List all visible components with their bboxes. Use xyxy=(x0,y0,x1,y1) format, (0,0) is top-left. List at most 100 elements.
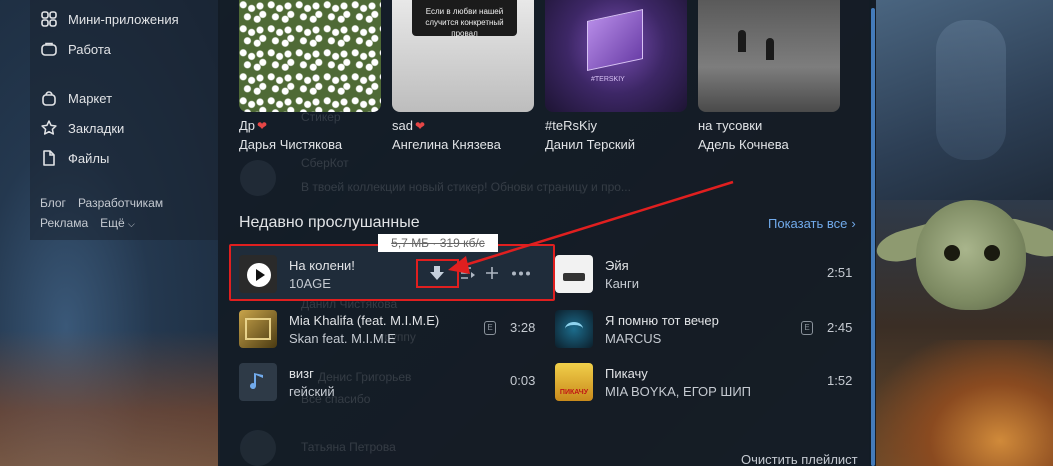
sidebar-item-label: Мини-приложения xyxy=(68,11,179,27)
sidebar-item-label: Работа xyxy=(68,41,111,57)
playlist-title[interactable]: #teRsKiy xyxy=(545,118,597,133)
footer-links: Блог Разработчикам xyxy=(40,196,163,210)
footer-links-2: Реклама Ещё ⌵ xyxy=(40,216,135,230)
left-sidebar: Мини-приложения Работа Маркет Закладки Ф… xyxy=(30,0,220,240)
wallpaper-character xyxy=(916,200,1026,310)
sidebar-item-files[interactable]: Файлы xyxy=(40,146,109,170)
cover-art xyxy=(245,318,271,340)
track-cover[interactable] xyxy=(239,310,277,348)
track-artist[interactable]: гейский xyxy=(289,384,335,399)
cover-caption: ПИКАЧУ xyxy=(559,389,589,396)
show-all-link[interactable]: Показать все › xyxy=(768,216,856,231)
track-row[interactable]: ПИКАЧУ Пикачу MIA BOYKA, ЕГОР ШИП 1:52 xyxy=(555,358,855,406)
track-title[interactable]: На колени! xyxy=(289,258,355,273)
playlist-card[interactable]: Если в любви нашей случится конкретный п… xyxy=(392,0,534,152)
track-cover[interactable] xyxy=(239,255,277,293)
track-duration: 1:52 xyxy=(827,373,853,388)
playlist-card[interactable]: #TERSKIY #teRsKiy Данил Терский xyxy=(545,0,687,152)
ghost-avatar xyxy=(240,160,276,196)
playlist-author[interactable]: Адель Кочнева xyxy=(698,137,789,152)
sidebar-item-mini-apps[interactable]: Мини-приложения xyxy=(40,7,179,31)
playlist-title-text: sad xyxy=(392,118,413,133)
track-info: Mia Khalifa (feat. M.I.M.E) Skan feat. M… xyxy=(289,313,439,346)
track-duration: 0:03 xyxy=(510,373,536,388)
playlist-cover[interactable] xyxy=(698,0,840,112)
playlist-author[interactable]: Данил Терский xyxy=(545,137,635,152)
playlist-author[interactable]: Ангелина Князева xyxy=(392,137,501,152)
sidebar-item-label: Закладки xyxy=(68,120,125,136)
wallpaper-fire xyxy=(876,340,1053,466)
sidebar-item-market[interactable]: Маркет xyxy=(40,86,112,110)
link-blog[interactable]: Блог xyxy=(40,196,66,210)
link-developers[interactable]: Разработчикам xyxy=(78,196,163,210)
briefcase-icon xyxy=(41,42,57,56)
section-title: Недавно прослушанные xyxy=(239,214,420,231)
track-artist[interactable]: 10AGE xyxy=(289,276,355,291)
play-icon[interactable] xyxy=(247,263,271,287)
track-duration: 2:51 xyxy=(827,265,853,280)
playlist-cover[interactable] xyxy=(239,0,381,112)
track-title[interactable]: Пикачу xyxy=(605,366,751,381)
star-icon xyxy=(41,120,57,135)
sidebar-item-bookmarks[interactable]: Закладки xyxy=(40,116,124,140)
playlist-card[interactable]: Др ❤ Дарья Чистякова xyxy=(239,0,381,152)
ghost-avatar xyxy=(240,430,276,466)
track-row[interactable]: визг гейский 0:03 xyxy=(239,358,549,406)
wallpaper-eye xyxy=(984,245,1000,261)
wallpaper-right xyxy=(876,0,1053,466)
track-artist[interactable]: Skan feat. M.I.M.E xyxy=(289,331,439,346)
bag-icon xyxy=(42,91,56,106)
sidebar-item-label: Файлы xyxy=(68,150,110,166)
explicit-badge: E xyxy=(484,321,496,335)
link-more-label: Ещё xyxy=(100,216,125,230)
track-row[interactable]: Я помню тот вечер MARCUS E 2:45 xyxy=(555,305,855,353)
wallpaper-armor xyxy=(876,0,1053,200)
track-info: Пикачу MIA BOYKA, ЕГОР ШИП xyxy=(605,366,751,399)
track-info: Я помню тот вечер MARCUS xyxy=(605,313,719,346)
cover-caption: Если в любви нашей случится конкретный п… xyxy=(412,0,517,38)
track-row[interactable]: Mia Khalifa (feat. M.I.M.E) Skan feat. M… xyxy=(239,305,549,353)
broken-heart-icon: ❤ xyxy=(414,118,426,133)
ghost-sticker: Стикер xyxy=(301,110,341,124)
track-title[interactable]: визг xyxy=(289,366,335,381)
heart-icon: ❤ xyxy=(257,118,268,133)
clear-playlist-link[interactable]: Очистить плейлист xyxy=(741,452,858,466)
cover-figure xyxy=(766,38,774,60)
cover-figure xyxy=(738,30,746,52)
show-all-label: Показать все xyxy=(768,216,848,231)
scrollbar-thumb[interactable] xyxy=(871,8,875,466)
chevron-right-icon: › xyxy=(851,216,856,231)
cover-caption: #TERSKIY xyxy=(591,76,625,83)
link-ads[interactable]: Реклама xyxy=(40,216,88,230)
playlist-author[interactable]: Дарья Чистякова xyxy=(239,137,342,152)
sidebar-item-work[interactable]: Работа xyxy=(40,37,111,61)
chevron-down-icon: ⌵ xyxy=(128,219,135,229)
track-cover[interactable]: ПИКАЧУ xyxy=(555,363,593,401)
track-artist[interactable]: MARCUS xyxy=(605,331,719,346)
track-cover[interactable] xyxy=(239,363,277,401)
playlist-title[interactable]: Др ❤ xyxy=(239,118,267,133)
track-artist[interactable]: MIA BOYKA, ЕГОР ШИП xyxy=(605,384,751,399)
playlist-cover[interactable]: #TERSKIY xyxy=(545,0,687,112)
track-duration: 2:45 xyxy=(827,320,853,335)
playlist-title-text: Др xyxy=(239,118,256,133)
playlist-title[interactable]: на тусовки xyxy=(698,118,762,133)
playlist-cover[interactable]: Если в любви нашей случится конкретный п… xyxy=(392,0,534,112)
playlist-title[interactable]: sad ❤ xyxy=(392,118,425,133)
track-info: визг гейский xyxy=(289,366,335,399)
sidebar-item-label: Маркет xyxy=(68,90,113,106)
playlist-card[interactable]: на тусовки Адель Кочнева xyxy=(698,0,840,152)
wallpaper-eye xyxy=(944,245,960,261)
grid-icon xyxy=(41,11,57,27)
file-icon xyxy=(43,150,55,166)
annotation-arrow xyxy=(448,180,734,274)
track-title[interactable]: Я помню тот вечер xyxy=(605,313,719,328)
track-cover[interactable] xyxy=(555,310,593,348)
track-title[interactable]: Mia Khalifa (feat. M.I.M.E) xyxy=(289,313,439,328)
ghost-user: СберКот xyxy=(301,156,349,170)
music-note-icon xyxy=(250,373,263,390)
cover-art xyxy=(587,9,643,71)
track-info: На колени! 10AGE xyxy=(289,258,355,291)
track-duration: 3:28 xyxy=(510,320,536,335)
link-more[interactable]: Ещё ⌵ xyxy=(100,216,135,230)
